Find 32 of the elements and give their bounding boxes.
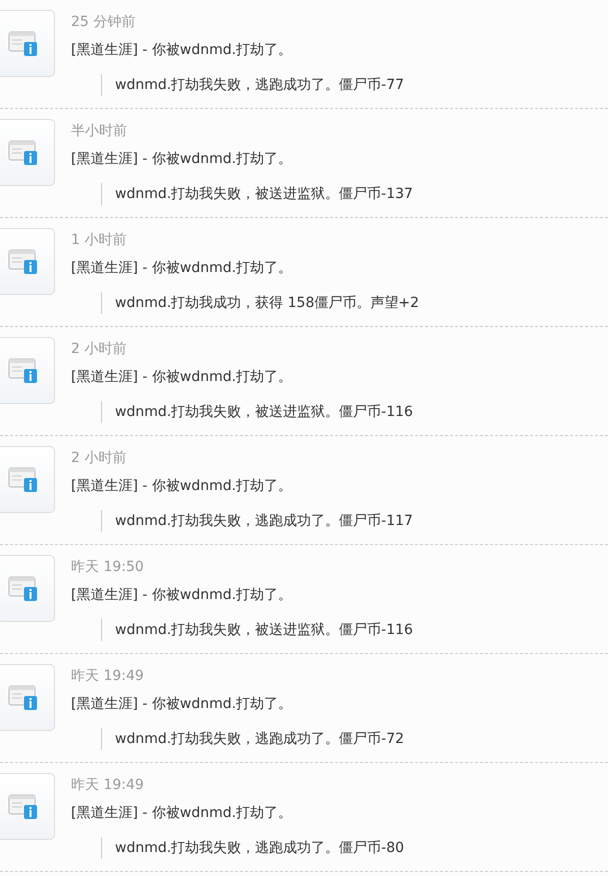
timestamp: 昨天 19:49 xyxy=(71,668,144,684)
notification-message: [黑道生涯] - 你被wdnmd.打劫了。 xyxy=(71,696,292,712)
timestamp: 1 小时前 xyxy=(71,232,126,248)
notification-message: [黑道生涯] - 你被wdnmd.打劫了。 xyxy=(71,42,292,58)
timestamp: 昨天 19:50 xyxy=(71,559,144,575)
notification-detail: wdnmd.打劫我成功，获得 158僵尸币。声望+2 xyxy=(115,295,419,311)
info-window-icon xyxy=(8,684,38,710)
notification-detail: wdnmd.打劫我失败，被送进监狱。僵尸币-116 xyxy=(115,404,413,420)
notification-message: [黑道生涯] - 你被wdnmd.打劫了。 xyxy=(71,151,292,167)
notification-detail: wdnmd.打劫我失败，被送进监狱。僵尸币-116 xyxy=(115,622,413,638)
notification-detail: wdnmd.打劫我失败，逃跑成功了。僵尸币-77 xyxy=(115,77,404,93)
info-window-icon xyxy=(8,248,38,274)
timestamp: 半小时前 xyxy=(71,123,127,139)
timestamp: 昨天 19:49 xyxy=(71,777,144,793)
notification-detail: wdnmd.打劫我失败，被送进监狱。僵尸币-137 xyxy=(115,186,413,202)
notification-message: [黑道生涯] - 你被wdnmd.打劫了。 xyxy=(71,478,292,494)
info-window-icon xyxy=(8,30,38,56)
timestamp: 2 小时前 xyxy=(71,450,126,466)
notification-detail: wdnmd.打劫我失败，逃跑成功了。僵尸币-72 xyxy=(115,731,404,747)
info-window-icon xyxy=(8,358,38,384)
notification-detail: wdnmd.打劫我失败，逃跑成功了。僵尸币-117 xyxy=(115,513,413,529)
notification-message: [黑道生涯] - 你被wdnmd.打劫了。 xyxy=(71,805,292,821)
notification-message: [黑道生涯] - 你被wdnmd.打劫了。 xyxy=(71,260,292,276)
info-window-icon xyxy=(8,466,38,492)
notification-detail: wdnmd.打劫我失败，逃跑成功了。僵尸币-80 xyxy=(115,840,404,856)
notification-message: [黑道生涯] - 你被wdnmd.打劫了。 xyxy=(71,369,292,385)
timestamp: 2 小时前 xyxy=(71,341,126,357)
info-window-icon xyxy=(8,140,38,166)
info-window-icon xyxy=(8,794,38,820)
timestamp: 25 分钟前 xyxy=(71,14,136,30)
notification-message: [黑道生涯] - 你被wdnmd.打劫了。 xyxy=(71,587,292,603)
info-window-icon xyxy=(8,576,38,602)
